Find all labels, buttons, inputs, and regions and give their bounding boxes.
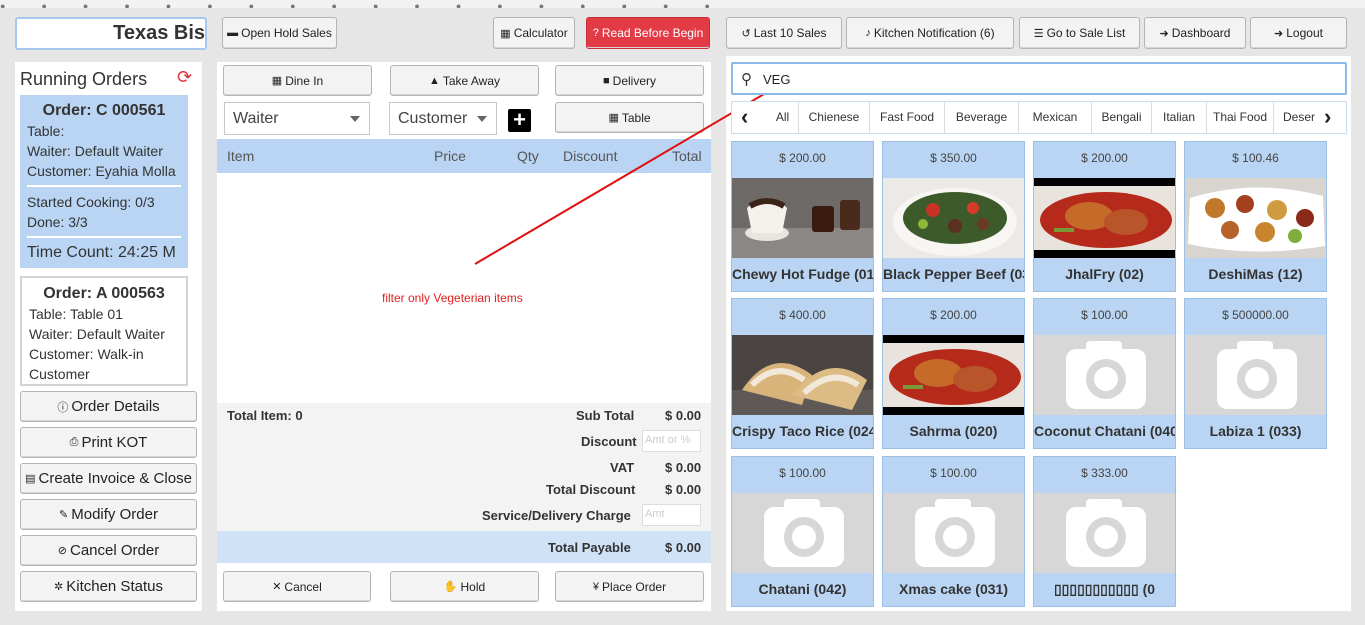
total-payable-label: Total Payable xyxy=(548,540,631,555)
category-italian[interactable]: Italian xyxy=(1152,102,1207,133)
menu-item-name: Coconut Chatani (040 xyxy=(1034,423,1175,439)
place-order-label: Place Order xyxy=(602,579,667,594)
menu-item-name: JhalFry (02) xyxy=(1065,266,1144,282)
menu-item-name: Labiza 1 (033) xyxy=(1209,423,1302,439)
hold-label: Hold xyxy=(460,579,486,594)
menu-item-card[interactable]: $ 200.00 JhalFry (02) xyxy=(1033,141,1176,292)
sub-total-value: $ 0.00 xyxy=(665,408,702,423)
discount-input[interactable]: Amt or % xyxy=(642,430,701,452)
menu-item-name: Chewy Hot Fudge (014) xyxy=(732,266,873,282)
vat-value: $ 0.00 xyxy=(665,460,702,475)
service-charge-label: Service/Delivery Charge xyxy=(482,508,631,523)
menu-item-price: $ 333.00 xyxy=(1081,466,1128,480)
camera-placeholder-icon xyxy=(883,493,1024,573)
chevron-left-icon[interactable]: ‹ xyxy=(741,105,748,129)
menu-item-card[interactable]: $ 100.46 DeshiMas (12) xyxy=(1184,141,1327,292)
cancel-button[interactable]: ✕ Cancel xyxy=(223,571,371,602)
vat-label: VAT xyxy=(610,460,635,475)
menu-item-price: $ 100.00 xyxy=(1081,308,1128,322)
menu-item-card[interactable]: $ 200.00 Sahrma (020) xyxy=(882,298,1025,449)
total-item-count: Total Item: 0 xyxy=(227,408,303,423)
camera-placeholder-icon xyxy=(1034,335,1175,415)
menu-item-image xyxy=(1185,178,1326,258)
chevron-right-icon[interactable]: › xyxy=(1324,105,1331,129)
menu-item-price: $ 200.00 xyxy=(779,151,826,165)
menu-item-image xyxy=(883,335,1024,415)
category-thai-food[interactable]: Thai Food xyxy=(1207,102,1274,133)
menu-item-name: Sahrma (020) xyxy=(909,423,998,439)
hand-icon: ✋ xyxy=(443,581,458,593)
discount-label: Discount xyxy=(581,434,637,449)
menu-item-price: $ 500000.00 xyxy=(1222,308,1289,322)
menu-item-card[interactable]: $ 100.00 Xmas cake (031) xyxy=(882,456,1025,607)
close-icon: ✕ xyxy=(272,581,282,593)
menu-item-name: DeshiMas (12) xyxy=(1208,266,1303,282)
category-dessert[interactable]: Deser xyxy=(1274,102,1324,133)
menu-item-price: $ 400.00 xyxy=(779,308,826,322)
category-bengali[interactable]: Bengali xyxy=(1092,102,1152,133)
menu-item-card[interactable]: $ 100.00 Coconut Chatani (040 xyxy=(1033,298,1176,449)
camera-placeholder-icon xyxy=(1185,335,1326,415)
camera-placeholder-icon xyxy=(732,493,873,573)
search-icon: ⚲ xyxy=(741,71,752,88)
search-input[interactable]: ⚲ VEG xyxy=(731,62,1347,95)
menu-item-card[interactable]: $ 400.00 Crispy Taco Rice (024 xyxy=(731,298,874,449)
sub-total-label: Sub Total xyxy=(576,408,635,423)
menu-item-card[interactable]: $ 500000.00 Labiza 1 (033) xyxy=(1184,298,1327,449)
category-bar: ‹ All Chienese Fast Food Beverage Mexica… xyxy=(731,101,1347,134)
utensils-icon: ¥ xyxy=(592,580,600,593)
menu-item-price: $ 350.00 xyxy=(930,151,977,165)
category-fast-food[interactable]: Fast Food xyxy=(870,102,945,133)
menu-item-price: $ 100.46 xyxy=(1232,151,1279,165)
menu-item-name: Chatani (042) xyxy=(758,581,847,597)
menu-item-name: Crispy Taco Rice (024 xyxy=(732,423,873,439)
menu-item-price: $ 200.00 xyxy=(930,308,977,322)
camera-placeholder-icon xyxy=(1034,493,1175,573)
menu-item-image xyxy=(1034,178,1175,258)
menu-item-card[interactable]: $ 333.00 ▯▯▯▯▯▯▯▯▯▯▯ (0 xyxy=(1033,456,1176,607)
place-order-button[interactable]: ¥ Place Order xyxy=(555,571,704,602)
menu-item-name: ▯▯▯▯▯▯▯▯▯▯▯ (0 xyxy=(1053,581,1156,597)
total-payable-row: Total Payable $ 0.00 xyxy=(217,531,711,563)
menu-item-name: Black Pepper Beef (03 xyxy=(883,266,1024,282)
menu-item-price: $ 200.00 xyxy=(1081,151,1128,165)
total-discount-value: $ 0.00 xyxy=(665,482,702,497)
menu-item-image xyxy=(883,178,1024,258)
category-chienese[interactable]: Chienese xyxy=(799,102,870,133)
menu-item-image xyxy=(732,178,873,258)
menu-item-price: $ 100.00 xyxy=(779,466,826,480)
menu-item-image xyxy=(732,335,873,415)
menu-item-card[interactable]: $ 100.00 Chatani (042) xyxy=(731,456,874,607)
search-value: VEG xyxy=(763,72,791,87)
cancel-label: Cancel xyxy=(284,579,322,594)
hold-button[interactable]: ✋ Hold xyxy=(390,571,539,602)
service-charge-input[interactable]: Amt xyxy=(642,504,701,526)
category-all[interactable]: All xyxy=(767,102,799,133)
category-beverage[interactable]: Beverage xyxy=(945,102,1019,133)
category-mexican[interactable]: Mexican xyxy=(1019,102,1092,133)
total-payable-value: $ 0.00 xyxy=(665,540,702,555)
menu-item-card[interactable]: $ 200.00 Chewy Hot Fudge (014) xyxy=(731,141,874,292)
menu-item-name: Xmas cake (031) xyxy=(899,581,1008,597)
menu-item-card[interactable]: $ 350.00 Black Pepper Beef (03 xyxy=(882,141,1025,292)
menu-item-price: $ 100.00 xyxy=(930,466,977,480)
total-discount-label: Total Discount xyxy=(546,482,636,497)
